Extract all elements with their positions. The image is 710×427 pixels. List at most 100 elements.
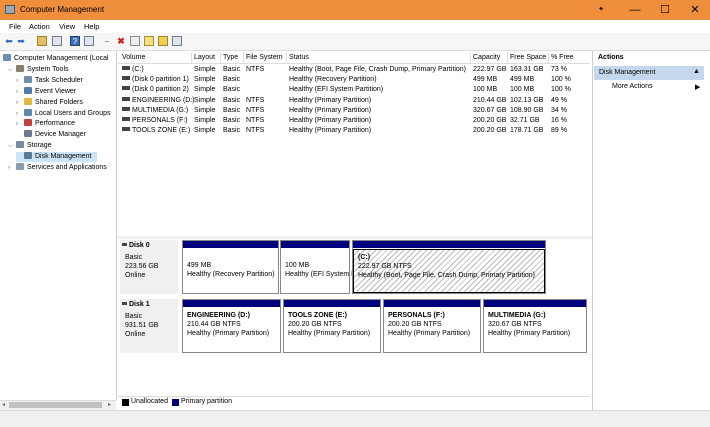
column-header[interactable]: Layout: [194, 54, 215, 61]
pin-icon[interactable]: ✦: [595, 0, 607, 20]
table-cell: Basic: [223, 66, 241, 73]
check-disk-icon[interactable]: [130, 36, 140, 46]
collapsed-chevron-icon[interactable]: ›: [16, 76, 24, 86]
tree-item[interactable]: › Performance: [16, 119, 75, 129]
help-icon[interactable]: ?: [70, 36, 80, 46]
partition-body: MULTIMEDIA (G:) 320.67 GB NTFS Healthy (Pr…: [484, 308, 586, 352]
up-folder-icon[interactable]: [37, 36, 47, 46]
partition-block[interactable]: MULTIMEDIA (G:) 320.67 GB NTFS Healthy (Pr…: [483, 299, 587, 353]
collapsed-chevron-icon[interactable]: ›: [16, 87, 24, 97]
disk-status: Online: [125, 272, 146, 279]
connect-icon[interactable]: ⎯: [102, 36, 112, 46]
table-cell: 100 %: [551, 76, 571, 84]
more-actions-link[interactable]: More Actions: [612, 83, 652, 90]
column-header[interactable]: % Free: [551, 54, 574, 61]
new-folder-icon[interactable]: [144, 36, 154, 46]
column-separator[interactable]: [220, 53, 221, 63]
column-header[interactable]: Type: [223, 54, 238, 61]
scroll-right-icon[interactable]: ▸: [108, 401, 111, 408]
event-viewer-icon: [24, 86, 32, 94]
tree-scrollbar-thumb[interactable]: [9, 402, 102, 408]
column-separator[interactable]: [548, 53, 549, 63]
menu-action[interactable]: Action: [29, 22, 50, 31]
maximize-button[interactable]: ☐: [650, 0, 680, 20]
back-arrow-icon[interactable]: ⬅: [4, 36, 14, 46]
menu-view[interactable]: View: [59, 22, 75, 31]
column-separator[interactable]: [191, 53, 192, 63]
partition-status: Healthy (Boot, Page File, Crash Dump, Pr…: [358, 272, 536, 279]
tree-item[interactable]: › Event Viewer: [16, 86, 76, 97]
tree-item[interactable]: ⌵ Storage: [8, 141, 52, 151]
tree-item[interactable]: Computer Management (Local: [3, 54, 109, 64]
table-cell: (Disk 0 partition 2): [122, 86, 189, 93]
primary-partition-bar: [353, 241, 545, 248]
column-separator[interactable]: [507, 53, 508, 63]
partition-block[interactable]: (C:) 222.97 GB NTFS Healthy (Boot, Page Fi…: [352, 240, 546, 294]
window-title: Computer Management: [20, 5, 105, 14]
disk-info-panel[interactable]: Disk 1 Basic 931.51 GB Online: [120, 299, 178, 353]
tree-item[interactable]: Device Manager: [16, 130, 86, 140]
table-cell: Simple: [194, 66, 216, 73]
partition-block[interactable]: 499 MB Healthy (Recovery Partition): [182, 240, 279, 294]
partition-status: Healthy (Primary Partition): [288, 330, 371, 337]
tree-item[interactable]: › Services and Applications: [8, 163, 107, 173]
pane-splitter[interactable]: [117, 236, 592, 239]
column-header[interactable]: Status: [289, 54, 309, 61]
collapse-up-icon[interactable]: ▲: [693, 68, 700, 75]
show-hide-tree-icon[interactable]: [52, 36, 62, 46]
menu-file[interactable]: File: [9, 22, 21, 31]
collapsed-chevron-icon[interactable]: ›: [16, 119, 24, 129]
primary-partition-bar: [284, 300, 380, 307]
properties-icon[interactable]: [84, 36, 94, 46]
partition-size: 222.97 GB NTFS: [358, 263, 412, 270]
column-header[interactable]: Volume: [122, 54, 145, 61]
column-header[interactable]: Free Space: [510, 54, 546, 61]
disk-info-panel[interactable]: Disk 0 Basic 223.56 GB Online: [120, 240, 178, 294]
partition-status: Healthy (Primary Partition): [488, 330, 571, 337]
table-cell: NTFS: [246, 66, 265, 73]
collapsed-chevron-icon[interactable]: ›: [16, 98, 24, 108]
collapsed-chevron-icon[interactable]: ›: [8, 163, 16, 173]
table-cell: Basic: [223, 117, 241, 124]
minimize-button[interactable]: —: [620, 0, 650, 20]
tree-item[interactable]: Disk Management: [16, 152, 98, 163]
key-icon[interactable]: [158, 36, 168, 46]
table-cell: Healthy (EFI System Partition): [289, 86, 384, 94]
tree-item[interactable]: ⌵ System Tools: [8, 64, 69, 75]
close-button[interactable]: ✕: [680, 0, 710, 20]
submenu-arrow-icon[interactable]: ▶: [695, 83, 700, 91]
table-cell: 32.71 GB: [510, 117, 540, 124]
expanded-chevron-icon[interactable]: ⌵: [8, 65, 16, 75]
partition-block[interactable]: TOOLS ZONE (E:) 200.20 GB NTFS Healthy (Pr…: [283, 299, 381, 353]
volume-name: (C:): [132, 66, 144, 73]
tree-item[interactable]: › Local Users and Groups: [16, 108, 110, 119]
tree-item[interactable]: › Task Scheduler: [16, 75, 83, 86]
table-cell: NTFS: [246, 106, 265, 114]
table-cell: 102.13 GB: [510, 96, 544, 104]
column-header[interactable]: File System: [246, 54, 283, 61]
volume-name: (Disk 0 partition 2): [132, 86, 189, 94]
primary-partition-swatch: [172, 399, 179, 406]
column-separator[interactable]: [470, 53, 471, 63]
partition-block[interactable]: 100 MB Healthy (EFI System Partition): [280, 240, 379, 294]
column-separator[interactable]: [286, 53, 287, 63]
table-cell: Basic: [223, 96, 241, 104]
view-icon[interactable]: [172, 36, 182, 46]
partition-block[interactable]: PERSONALS (F:) 200.20 GB NTFS Healthy (Pri…: [383, 299, 481, 353]
volume-icon: [122, 76, 130, 81]
tree-item[interactable]: › Shared Folders: [16, 97, 83, 108]
tree-item-label: Shared Folders: [35, 98, 83, 106]
partition-block[interactable]: ENGINEERING (D:) 210.44 GB NTFS Healthy (P…: [182, 299, 281, 353]
partition-status: Healthy (Primary Partition): [187, 330, 270, 337]
volume-name: PERSONALS (F:): [132, 117, 188, 124]
menu-help[interactable]: Help: [84, 22, 99, 31]
scroll-left-icon[interactable]: ◂: [2, 401, 5, 408]
expanded-chevron-icon[interactable]: ⌵: [8, 141, 16, 151]
table-cell: 178.71 GB: [510, 127, 544, 135]
collapsed-chevron-icon[interactable]: ›: [16, 109, 24, 119]
forward-arrow-icon[interactable]: ➡: [16, 36, 26, 46]
delete-icon[interactable]: ✖: [116, 36, 126, 46]
column-separator[interactable]: [243, 53, 244, 63]
column-header[interactable]: Capacity: [473, 54, 500, 61]
table-cell: Healthy (Boot, Page File, Crash Dump, Pr…: [289, 66, 467, 73]
